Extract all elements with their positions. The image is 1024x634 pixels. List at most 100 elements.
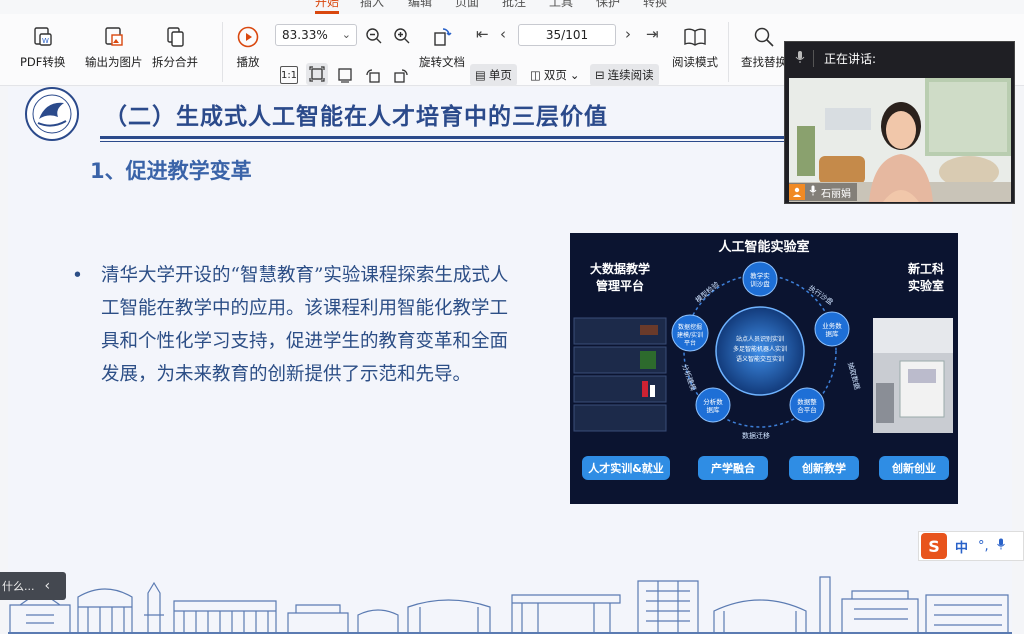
tab-tools[interactable]: 工具 — [549, 0, 573, 10]
microphone-icon — [809, 185, 817, 199]
cycle-node: 教学实 训沙盘 — [742, 261, 778, 297]
rotate-doc-label: 旋转文档 — [419, 55, 465, 69]
export-image-label: 输出为图片 — [85, 55, 143, 69]
pdf-convert-label: PDF转换 — [20, 55, 66, 69]
read-mode-button[interactable]: 阅读模式 — [672, 24, 718, 70]
fit-width-icon[interactable] — [336, 66, 354, 84]
rotate-left-icon[interactable] — [364, 66, 382, 84]
continuous-read-button[interactable]: ⊟ 连续阅读 — [590, 64, 659, 86]
sogou-logo-icon: S — [921, 533, 947, 559]
poster-button: 创新创业 — [879, 456, 949, 480]
speaker-name-bar: 石丽娟 — [789, 183, 857, 201]
play-icon — [236, 24, 260, 50]
bullet-dot-icon: • — [72, 265, 83, 286]
punctuation-icon[interactable]: °, — [978, 539, 989, 554]
last-page-icon[interactable]: ⇥ — [646, 25, 659, 43]
find-replace-button[interactable]: 查找替换 — [741, 24, 787, 70]
tab-protect[interactable]: 保护 — [596, 0, 620, 10]
bullet-text: 清华大学开设的“智慧教育”实验课程探索生成式人工智能在教学中的应用。该课程利用智… — [101, 265, 509, 385]
svg-text:数据整: 数据整 — [797, 397, 817, 406]
page-number-input[interactable]: 35/101 — [518, 24, 616, 46]
rotate-right-icon[interactable] — [392, 66, 410, 84]
svg-text:平台: 平台 — [684, 339, 696, 347]
microphone-icon — [795, 50, 805, 67]
play-button[interactable]: 播放 — [236, 24, 260, 70]
slide-title: （二）生成式人工智能在人才培育中的三层价值 — [104, 103, 608, 130]
center-text-2: 多足智能机器人实训 — [733, 345, 787, 353]
zoom-in-icon[interactable] — [392, 26, 412, 46]
poster-right-heading-1: 新工科 — [908, 261, 944, 276]
next-page-icon[interactable]: › — [625, 25, 631, 43]
poster-right-heading-2: 实验室 — [908, 278, 944, 293]
read-mode-label: 阅读模式 — [672, 55, 718, 69]
cycle-node: 业务数 据库 — [814, 311, 850, 347]
svg-text:据库: 据库 — [707, 405, 721, 414]
split-merge-label: 拆分合并 — [152, 55, 198, 69]
svg-text:业务数: 业务数 — [822, 321, 842, 330]
tab-page[interactable]: 页面 — [455, 0, 479, 10]
tab-insert[interactable]: 插入 — [360, 0, 384, 10]
ribbon-divider — [728, 22, 729, 82]
svg-text:创新创业: 创新创业 — [891, 461, 936, 475]
single-page-button[interactable]: ▤ 单页 — [470, 64, 517, 86]
pdf-convert-button[interactable]: W PDF转换 — [20, 24, 65, 70]
chevron-left-icon[interactable]: ‹ — [45, 578, 51, 594]
zoom-select[interactable]: 83.33% ⌄ — [275, 24, 357, 46]
poster-title: 人工智能实验室 — [718, 239, 809, 255]
chevron-down-icon: ⌄ — [569, 68, 580, 82]
poster-left-heading-1: 大数据教学 — [590, 261, 650, 276]
ime-mode-indicator[interactable]: 中 — [955, 537, 968, 556]
cycle-node: 数据整 合平台 — [789, 387, 825, 423]
book-icon — [683, 24, 707, 50]
svg-text:分析数: 分析数 — [703, 397, 723, 406]
ribbon-divider — [222, 22, 223, 82]
export-image-button[interactable]: 输出为图片 — [85, 24, 143, 70]
prev-page-icon[interactable]: ‹ — [500, 25, 506, 43]
actual-size-icon[interactable]: 1:1 — [280, 66, 298, 84]
chevron-down-icon: ⌄ — [341, 28, 351, 41]
speaker-name: 石丽娟 — [821, 188, 851, 200]
continuous-read-label: 连续阅读 — [607, 68, 654, 82]
double-page-icon: ◫ — [530, 68, 541, 82]
speaking-label: 正在讲话: — [813, 49, 876, 67]
zoom-out-icon[interactable] — [364, 26, 384, 46]
tab-convert[interactable]: 转换 — [643, 0, 667, 10]
ime-toolbar[interactable]: S 中 °, — [918, 531, 1024, 561]
svg-text:W: W — [42, 37, 49, 45]
rotate-icon — [430, 24, 454, 50]
search-icon — [752, 24, 776, 50]
video-header: 正在讲话: — [785, 42, 1014, 74]
page-number-value: 35/101 — [545, 28, 589, 42]
bullet-paragraph: • 清华大学开设的“智慧教育”实验课程探索生成式人工智能在教学中的应用。该课程利… — [72, 259, 514, 391]
tab-start[interactable]: 开始 — [315, 0, 339, 10]
single-page-icon: ▤ — [475, 68, 486, 82]
fit-page-icon[interactable] — [306, 63, 328, 85]
tab-comment[interactable]: 批注 — [502, 0, 526, 10]
poster-button: 人才实训&就业 — [582, 456, 670, 480]
rotate-doc-button[interactable]: 旋转文档 — [419, 24, 465, 70]
lab-photo — [873, 318, 953, 433]
svg-text:创新教学: 创新教学 — [801, 461, 846, 475]
collapsed-side-panel[interactable]: 什么... ‹ — [0, 572, 66, 600]
cycle-node: 数据挖掘 建模/实训 平台 — [671, 314, 709, 352]
double-page-button[interactable]: ◫ 双页 ⌄ — [525, 64, 585, 86]
tab-edit[interactable]: 编辑 — [408, 0, 432, 10]
poster-left-heading-2: 管理平台 — [596, 278, 644, 293]
svg-text:产学融合: 产学融合 — [711, 461, 756, 475]
play-label: 播放 — [236, 55, 260, 69]
slide-subtitle: 1、促进教学变革 — [90, 159, 252, 183]
split-merge-button[interactable]: 拆分合并 — [152, 24, 198, 70]
cycle-node: 分析数 据库 — [695, 387, 731, 423]
university-logo — [22, 87, 88, 141]
ai-lab-poster: 人工智能实验室 大数据教学 管理平台 新工科 实验室 站点人员识别实训 多足智能… — [570, 233, 958, 504]
pdf-convert-icon: W — [31, 24, 55, 50]
menu-tab-row: 开始 插入 编辑 页面 批注 工具 保护 转换 — [0, 0, 1024, 14]
campus-skyline-illustration — [8, 575, 1012, 634]
split-merge-icon — [163, 24, 187, 50]
voice-input-icon[interactable] — [996, 538, 1005, 554]
svg-text:人才实训&就业: 人才实训&就业 — [588, 461, 664, 475]
svg-text:据库: 据库 — [826, 329, 840, 338]
video-call-window[interactable]: 正在讲话: 石丽娟 — [784, 41, 1015, 204]
first-page-icon[interactable]: ⇤ — [476, 25, 489, 43]
center-text-1: 站点人员识别实训 — [736, 335, 784, 343]
